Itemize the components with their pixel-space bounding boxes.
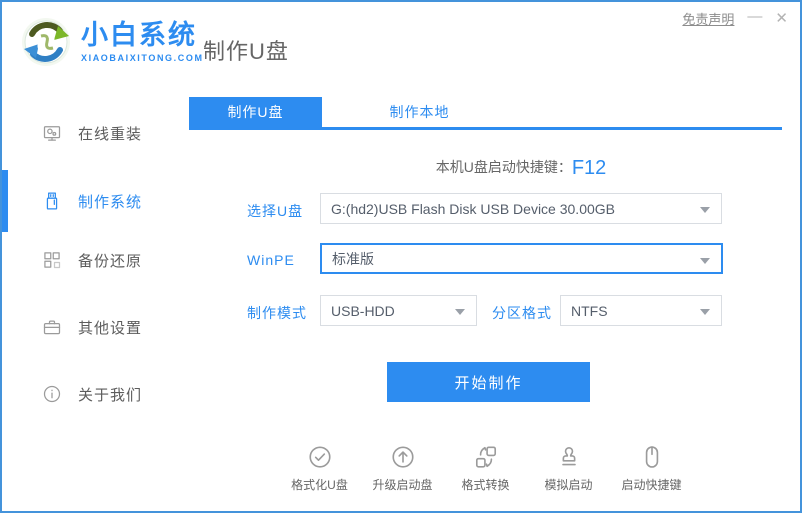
sidebar-item-make-system[interactable]: 制作系统	[2, 170, 189, 232]
usb-drive-icon	[42, 191, 62, 211]
sidebar-item-other-settings[interactable]: 其他设置	[2, 309, 189, 345]
mouse-icon	[645, 446, 658, 468]
partition-label: 分区格式	[492, 305, 552, 321]
header: 小白系统 XIAOBAIXITONG.COM 制作U盘 免责声明 — ✕	[2, 2, 800, 97]
arrow-up-circle-icon	[391, 446, 414, 468]
logo-domain: XIAOBAIXITONG.COM	[81, 52, 204, 63]
disclaimer-link[interactable]: 免责声明	[682, 9, 734, 28]
tool-format-convert[interactable]: 格式转换	[451, 444, 521, 493]
chevron-down-icon	[455, 309, 465, 315]
page-title: 制作U盘	[203, 39, 289, 64]
usb-select-label: 选择U盘	[247, 203, 304, 219]
convert-icon	[475, 446, 496, 468]
briefcase-icon	[42, 317, 62, 337]
usb-select-dropdown[interactable]: G:(hd2)USB Flash Disk USB Device 30.00GB	[320, 193, 722, 224]
app-window: 小白系统 XIAOBAIXITONG.COM 制作U盘 免责声明 — ✕ 在线重…	[0, 0, 802, 513]
winpe-label: WinPE	[247, 252, 295, 268]
check-circle-icon	[308, 446, 331, 468]
main-content: 制作U盘 制作本地 本机U盘启动快捷键：F12 选择U盘 G:(hd2)USB …	[189, 97, 800, 511]
app-logo: 小白系统 XIAOBAIXITONG.COM	[20, 16, 204, 68]
winpe-dropdown[interactable]: 标准版	[320, 243, 723, 274]
chevron-down-icon	[700, 258, 710, 264]
minimize-button[interactable]: —	[747, 9, 762, 24]
boot-hotkey-line: 本机U盘启动快捷键：F12	[320, 157, 722, 180]
tool-format-usb[interactable]: 格式化U盘	[285, 444, 355, 493]
boot-hotkey-label: 本机U盘启动快捷键：	[435, 159, 572, 175]
sidebar-item-online-reinstall[interactable]: 在线重装	[2, 115, 189, 151]
tool-upgrade-boot-disk[interactable]: 升级启动盘	[368, 444, 438, 493]
tool-simulate-boot[interactable]: 模拟启动	[534, 444, 604, 493]
logo-swirl-icon	[22, 18, 70, 66]
sidebar-item-about-us[interactable]: 关于我们	[2, 376, 189, 412]
sidebar-item-backup-restore[interactable]: 备份还原	[2, 242, 189, 278]
titlebar-controls: 免责声明 — ✕	[682, 9, 788, 28]
tab-make-usb[interactable]: 制作U盘	[189, 97, 322, 127]
mode-label: 制作模式	[247, 305, 307, 321]
logo-name: 小白系统	[81, 20, 197, 51]
info-circle-icon	[42, 384, 62, 404]
grid-icon	[42, 250, 62, 270]
close-button[interactable]: ✕	[775, 11, 788, 26]
partition-dropdown[interactable]: NTFS	[560, 295, 722, 326]
start-make-button[interactable]: 开始制作	[387, 362, 590, 402]
monitor-icon	[42, 123, 62, 143]
stamp-icon	[561, 446, 576, 466]
tools-row: 格式化U盘 升级启动盘 格式转换 模拟启动 启动快捷键	[189, 444, 782, 493]
mode-dropdown[interactable]: USB-HDD	[320, 295, 477, 326]
tab-make-local[interactable]: 制作本地	[352, 97, 487, 127]
chevron-down-icon	[700, 309, 710, 315]
boot-hotkey-value: F12	[571, 157, 607, 179]
tool-boot-hotkey[interactable]: 启动快捷键	[617, 444, 687, 493]
sidebar: 在线重装 制作系统 备份还原 其他设置 关于我们	[2, 97, 189, 511]
chevron-down-icon	[700, 207, 710, 213]
tab-bar: 制作U盘 制作本地	[189, 97, 782, 130]
